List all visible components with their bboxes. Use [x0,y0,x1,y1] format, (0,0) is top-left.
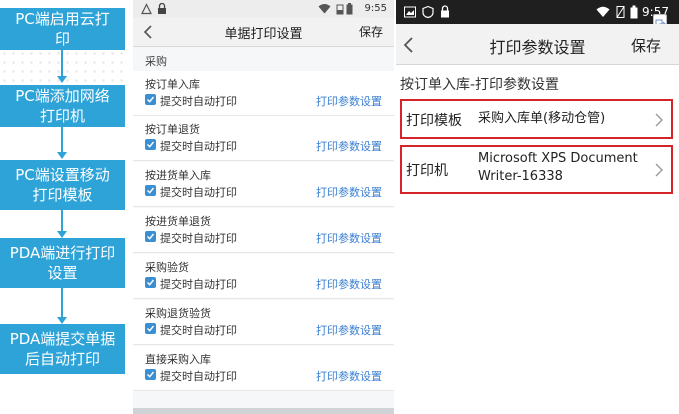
checkbox[interactable] [145,185,156,196]
page-title: 单据打印设置 [224,27,303,42]
printer-value: Microsoft XPS Document Writer-16338 [478,150,638,186]
checkbox[interactable] [145,139,156,150]
checkmark-icon [147,96,155,103]
checkbox-label: 提交时自动打印 [160,278,237,291]
checkmark-icon [147,187,155,194]
checkmark-icon [147,371,155,378]
battery-icon [346,3,353,15]
nav-bar: 打印参数设置 保存 [396,24,679,65]
section-title: 采购 [145,55,167,68]
print-params-link[interactable]: 打印参数设置 [316,322,382,338]
status-time: 9:55 [364,3,387,14]
print-params-link[interactable]: 打印参数设置 [316,230,382,246]
printer-label: 打印机 [406,163,448,179]
checkbox[interactable] [145,94,156,105]
shield-icon [422,5,434,19]
flowchart: PC端启用云打印 PC端添加网络打印机 PC端设置移动打印模板 PDA端进行打印… [0,0,128,414]
checkbox-label: 提交时自动打印 [160,95,237,108]
lock-icon [158,3,166,14]
list-item: 采购退货验货 提交时自动打印 打印参数设置 [133,300,394,345]
item-name: 按进货单退货 [145,215,211,228]
chevron-right-icon [655,113,663,127]
flow-arrow [57,50,67,84]
signal-icon [616,6,625,18]
template-row[interactable]: 打印模板 采购入库单(移动仓管) [400,99,673,139]
save-button[interactable]: 保存 [359,23,383,40]
wifi-icon [596,6,610,17]
image-icon [404,6,416,18]
list-item: 按订单入库 提交时自动打印 打印参数设置 [133,71,394,116]
checkbox-label: 提交时自动打印 [160,186,237,199]
chevron-right-icon [655,163,663,177]
checkbox-label: 提交时自动打印 [160,140,237,153]
flow-step-3: PC端设置移动打印模板 [0,160,125,210]
notification-icon [141,3,152,15]
flow-step-5: PDA端提交单据后自动打印 [0,324,125,374]
item-name: 采购验货 [145,261,189,274]
item-name: 采购退货验货 [145,307,211,320]
print-params-link[interactable]: 打印参数设置 [316,368,382,384]
flow-arrow [57,127,67,159]
print-params-link[interactable]: 打印参数设置 [316,276,382,292]
flow-arrow [57,210,67,238]
print-params-link[interactable]: 打印参数设置 [316,138,382,154]
template-value: 采购入库单(移动仓管) [478,111,606,126]
section-title: 按订单入库-打印参数设置 [400,77,560,93]
checkmark-icon [147,325,155,332]
template-label: 打印模板 [406,113,462,129]
phone-screen-print-settings: 9:55 单据打印设置 保存 采购 按订单入库 提交时自动打印 打印参数设置 按… [133,0,394,414]
list-item: 采购验货 提交时自动打印 打印参数设置 [133,254,394,299]
list-item: 按进货单入库 提交时自动打印 打印参数设置 [133,162,394,207]
flow-step-4: PDA端进行打印设置 [0,238,125,288]
status-bar: 9:57 [396,0,679,29]
flow-step-1: PC端启用云打印 [0,8,125,50]
checkbox[interactable] [145,323,156,334]
list-item: 直接采购入库 提交时自动打印 打印参数设置 [133,346,394,391]
nav-bar: 单据打印设置 保存 [133,18,394,47]
flow-step-2: PC端添加网络打印机 [0,85,125,127]
printer-value-line1: Microsoft XPS Document [478,151,638,166]
printer-value-line2: Writer-16338 [478,169,563,184]
checkbox[interactable] [145,277,156,288]
checkbox[interactable] [145,369,156,380]
battery-icon [630,5,638,19]
list-item: 按订单退货 提交时自动打印 打印参数设置 [133,116,394,161]
checkbox-label: 提交时自动打印 [160,232,237,245]
checkmark-icon [147,279,155,286]
checkmark-icon [147,233,155,240]
checkbox-label: 提交时自动打印 [160,370,237,383]
bottom-divider [133,408,394,414]
item-name: 按进货单入库 [145,169,211,182]
item-name: 按订单入库 [145,78,200,91]
signal-icon [336,4,344,15]
list-item: 按进货单退货 提交时自动打印 打印参数设置 [133,208,394,253]
printer-row[interactable]: 打印机 Microsoft XPS Document Writer-16338 [400,145,673,194]
flow-arrow [57,288,67,324]
phone-screen-print-params: 9:57 打印参数设置 保存 按订单入库-打印参数设置 打印模板 采购入库单(移… [396,0,679,414]
checkbox[interactable] [145,231,156,242]
print-params-link[interactable]: 打印参数设置 [316,184,382,200]
item-name: 按订单退货 [145,123,200,136]
lock-icon [441,5,449,18]
save-button[interactable]: 保存 [631,35,661,56]
status-bar: 9:55 [133,0,394,18]
wifi-icon [318,4,331,14]
checkbox-label: 提交时自动打印 [160,324,237,337]
item-name: 直接采购入库 [145,353,211,366]
print-params-link[interactable]: 打印参数设置 [316,93,382,109]
checkmark-icon [147,141,155,148]
